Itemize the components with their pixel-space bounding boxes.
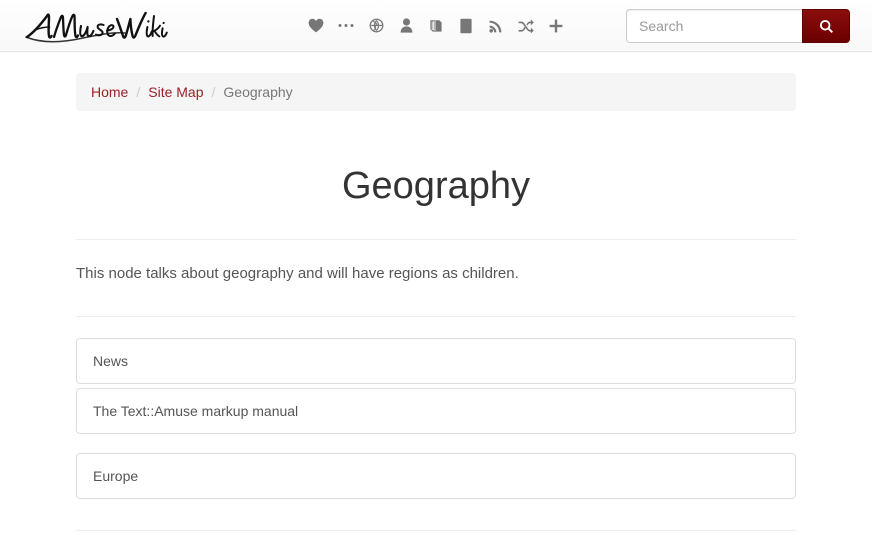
nav-item-library[interactable] [421, 0, 451, 52]
divider-footer [76, 530, 796, 532]
list-item[interactable]: Europe [76, 453, 796, 500]
heart-icon [308, 18, 324, 33]
globe-icon [369, 18, 384, 33]
nav-item-language[interactable] [361, 0, 391, 52]
nav-item-feed[interactable] [481, 0, 511, 52]
search-input[interactable] [626, 9, 802, 43]
nav-item-add[interactable] [541, 0, 571, 52]
breadcrumb-separator: / [136, 84, 141, 100]
breadcrumb: Home / Site Map / Geography [76, 73, 796, 111]
shuffle-icon [518, 18, 534, 33]
breadcrumb-item-home[interactable]: Home [91, 82, 128, 102]
list-item[interactable]: The Text::Amuse markup manual [76, 388, 796, 435]
nav-item-favorites[interactable] [301, 0, 331, 52]
child-list-group-primary: News The Text::Amuse markup manual [76, 338, 796, 435]
page-title: Geography [341, 165, 530, 207]
search-icon [819, 19, 834, 34]
top-navbar [0, 0, 872, 52]
rss-icon [489, 19, 503, 33]
navbar-icon-list [301, 0, 571, 52]
nav-item-more[interactable] [331, 0, 361, 52]
child-list-group-secondary: Europe [76, 453, 796, 500]
amusewiki-signature-logo [21, 6, 173, 46]
nav-item-device[interactable] [451, 0, 481, 52]
page-container: Home / Site Map / Geography Geography Th… [61, 73, 811, 532]
page-description: This node talks about geography and will… [76, 264, 519, 282]
user-icon [400, 18, 413, 33]
list-item[interactable]: News [76, 338, 796, 385]
tablet-icon [460, 18, 472, 34]
nav-item-random[interactable] [511, 0, 541, 52]
plus-icon [549, 19, 563, 33]
divider-above-description [76, 238, 796, 240]
book-icon [428, 19, 444, 33]
search-form [626, 9, 850, 43]
breadcrumb-item-site-map[interactable]: Site Map [148, 82, 203, 102]
divider-below-description [76, 316, 796, 318]
nav-item-user[interactable] [391, 0, 421, 52]
ellipsis-icon [338, 23, 354, 28]
site-logo[interactable] [15, 0, 173, 52]
search-button[interactable] [802, 9, 850, 43]
breadcrumb-separator: / [211, 84, 216, 100]
breadcrumb-item-current: Geography [223, 84, 293, 100]
